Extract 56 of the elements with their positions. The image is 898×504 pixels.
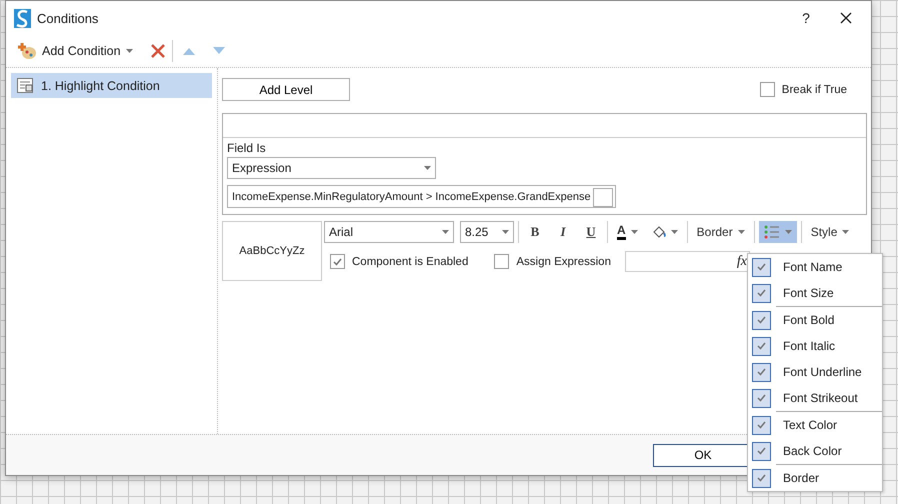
font-size-select[interactable]: 8.25 [460,221,514,243]
add-level-button[interactable]: Add Level [222,78,350,101]
field-type-select[interactable]: Expression [227,157,436,179]
checkmark-icon [757,368,766,376]
menu-item[interactable]: Font Italic [748,333,882,359]
menu-item[interactable]: Font Underline [748,359,882,385]
caret-icon [502,230,509,234]
break-if-true-checkbox[interactable]: Break if True [760,82,847,97]
checkmark-icon [757,474,766,482]
menu-item[interactable]: Border [748,465,882,491]
window-title: Conditions [37,10,100,26]
expression-field[interactable]: IncomeExpense.MinRegulatoryAmount > IncomeExpense.GrandExpense [227,185,616,208]
caret-icon [126,49,133,53]
checkmark-icon [757,447,766,455]
menu-item[interactable]: Font Size [748,280,882,306]
checkmark-icon [757,342,766,350]
component-enabled-checkbox[interactable]: Component is Enabled [330,254,468,269]
caret-icon [424,166,431,170]
field-is-label: Field Is [227,141,267,155]
caret-icon [630,230,638,234]
condition-icon [17,78,33,93]
help-button[interactable]: ? [789,4,823,32]
assign-expression-field[interactable]: fx [624,251,750,272]
style-button[interactable]: Style [806,221,854,243]
list-icon [764,225,780,239]
italic-button[interactable]: I [551,221,575,243]
caret-icon [784,230,792,234]
delete-icon[interactable] [150,43,166,59]
caret-icon [442,230,449,234]
checkmark-icon [757,263,766,271]
caret-icon [842,230,850,234]
underline-button[interactable]: U [579,221,603,243]
checkmark-icon [757,316,766,324]
palette-icon [17,42,37,60]
menu-item[interactable]: Font Strikeout [748,385,882,411]
menu-item[interactable]: Text Color [748,412,882,438]
checkmark-icon [333,258,342,266]
condition-item[interactable]: 1. Highlight Condition [11,73,212,98]
style-preview: AaBbCcYyZz [222,221,322,281]
text-color-button[interactable]: A [612,221,643,243]
menu-item[interactable]: Font Name [748,254,882,280]
checkmark-icon [757,394,766,402]
border-button[interactable]: Border [692,221,750,243]
paint-bucket-icon [652,225,666,239]
close-icon [840,12,852,24]
assign-expression-checkbox[interactable]: Assign Expression [494,254,611,269]
bold-button[interactable]: B [523,221,547,243]
menu-item[interactable]: Font Bold [748,307,882,333]
caret-icon [738,230,745,234]
apply-options-button[interactable] [758,221,797,243]
checkmark-icon [757,421,766,429]
logo-icon [14,8,31,28]
font-select[interactable]: Arial [324,221,454,243]
add-condition-button[interactable]: Add Condition [14,40,136,62]
checkmark-icon [757,289,766,297]
caret-icon [670,230,678,234]
